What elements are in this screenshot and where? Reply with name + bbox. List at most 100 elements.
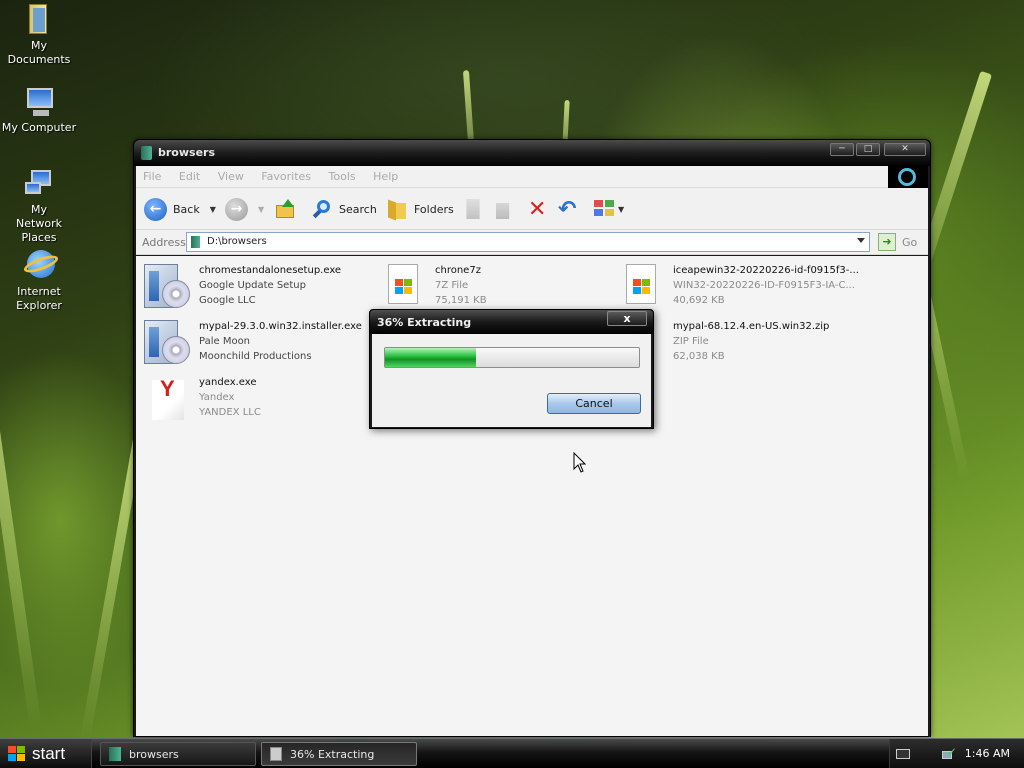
menu-tools[interactable]: Tools xyxy=(322,166,363,187)
installer-icon xyxy=(144,320,192,366)
maximize-button[interactable]: □ xyxy=(856,143,880,156)
extracting-dialog: 36% Extracting x Cancel xyxy=(369,309,654,429)
yandex-icon: Y xyxy=(144,376,192,422)
folders-button[interactable]: Folders xyxy=(386,197,454,221)
chevron-down-icon[interactable]: ▼ xyxy=(258,205,264,214)
file-description: Google Update Setup xyxy=(199,280,306,291)
desktop-icon-label: My Documents xyxy=(7,39,71,66)
menu-favorites[interactable]: Favorites xyxy=(254,166,318,187)
menu-edit[interactable]: Edit xyxy=(172,166,207,187)
file-name: chromestandalonesetup.exe xyxy=(199,265,342,276)
dialog-close-button[interactable]: x xyxy=(607,311,647,326)
file-icon xyxy=(618,264,666,310)
taskbar-item-browsers[interactable]: browsers xyxy=(100,742,256,766)
copy-to-button[interactable] xyxy=(496,197,518,221)
window-titlebar[interactable]: browsers ─ □ ✕ xyxy=(134,140,930,166)
file-description: Yandex xyxy=(199,392,235,403)
desktop-icon-label: My Network Places xyxy=(16,203,62,244)
grass-blade xyxy=(0,333,42,731)
minimize-button[interactable]: ─ xyxy=(830,143,854,156)
file-company: YANDEX LLC xyxy=(199,407,261,418)
address-input[interactable]: D:\browsers xyxy=(186,232,870,252)
move-to-button[interactable] xyxy=(462,197,484,221)
file-type: ZIP File xyxy=(673,336,709,347)
extract-icon xyxy=(270,747,282,761)
my-computer-icon xyxy=(21,86,57,118)
window-title: browsers xyxy=(158,146,215,159)
start-button[interactable]: start xyxy=(0,739,92,768)
address-value: D:\browsers xyxy=(207,236,267,247)
my-documents-icon xyxy=(21,4,57,36)
search-button[interactable]: Search xyxy=(311,197,377,221)
folder-icon xyxy=(141,146,152,160)
folders-icon xyxy=(386,199,408,221)
go-label: Go xyxy=(902,235,918,249)
go-button[interactable]: ➜ Go xyxy=(878,233,917,251)
menu-file[interactable]: File xyxy=(136,166,168,187)
taskbar-item-extracting[interactable]: 36% Extracting xyxy=(261,742,417,766)
chevron-down-icon: ▼ xyxy=(618,204,625,214)
mouse-pointer-icon xyxy=(573,452,587,473)
internet-explorer-icon xyxy=(21,250,60,282)
keyboard-icon[interactable] xyxy=(896,749,910,759)
dialog-title: 36% Extracting xyxy=(377,316,472,329)
chevron-down-icon[interactable]: ▼ xyxy=(210,205,216,214)
desktop-icon-my-network-places[interactable]: My Network Places xyxy=(0,168,78,245)
file-item-chromestandalonesetup[interactable]: chromestandalonesetup.exe Google Update … xyxy=(140,260,375,312)
file-type: 7Z File xyxy=(435,280,469,291)
undo-button[interactable]: ↶ xyxy=(558,196,577,222)
file-type: WIN32-20220226-ID-F0915F3-IA-C... xyxy=(673,280,856,291)
file-item-iceape[interactable]: iceapewin32-20220226-id-f0915f3-... WIN3… xyxy=(614,260,859,312)
move-to-icon xyxy=(466,199,480,219)
network-icon[interactable]: ✓ xyxy=(942,745,957,761)
windows-logo-icon xyxy=(888,166,928,188)
views-icon xyxy=(594,200,616,218)
menu-help[interactable]: Help xyxy=(366,166,405,187)
file-company: Google LLC xyxy=(199,295,256,306)
desktop-icon-label: My Computer xyxy=(1,121,77,134)
chevron-down-icon[interactable] xyxy=(857,238,865,243)
desktop-icon-internet-explorer[interactable]: Internet Explorer xyxy=(0,250,78,313)
dialog-titlebar[interactable]: 36% Extracting x xyxy=(370,310,653,334)
system-tray: ✓ 1:46 AM xyxy=(889,739,1024,768)
taskbar: start browsers 36% Extracting ✓ 1:46 AM xyxy=(0,738,1024,768)
views-button[interactable]: ▼ xyxy=(594,197,624,221)
folder-icon xyxy=(109,747,121,761)
file-item-yandex[interactable]: Y yandex.exe Yandex YANDEX LLC xyxy=(140,372,375,424)
close-button[interactable]: ✕ xyxy=(884,143,926,156)
extract-progress-bar xyxy=(384,347,640,368)
forward-arrow-icon: → xyxy=(225,197,248,221)
file-name: mypal-29.3.0.win32.installer.exe xyxy=(199,321,362,332)
explorer-window: browsers ─ □ ✕ File Edit View Favorites … xyxy=(133,139,931,737)
address-label: Address xyxy=(142,236,186,249)
folders-label: Folders xyxy=(414,202,454,216)
clock[interactable]: 1:46 AM xyxy=(965,747,1010,760)
back-button[interactable]: ← Back ▼ xyxy=(144,197,216,221)
file-size: 75,191 KB xyxy=(435,295,487,306)
up-folder-button[interactable] xyxy=(274,197,296,221)
network-places-icon xyxy=(21,168,57,200)
file-name: chrone7z xyxy=(435,265,481,276)
file-item-mypal-installer[interactable]: mypal-29.3.0.win32.installer.exe Pale Mo… xyxy=(140,316,375,368)
undo-icon: ↶ xyxy=(558,196,577,222)
dialog-body: Cancel xyxy=(372,334,651,427)
folder-icon xyxy=(191,236,200,248)
start-label: start xyxy=(32,744,66,763)
file-name: mypal-68.12.4.en-US.win32.zip xyxy=(673,321,830,332)
menu-view[interactable]: View xyxy=(211,166,251,187)
copy-to-icon xyxy=(496,203,510,219)
cancel-button[interactable]: Cancel xyxy=(547,393,641,414)
delete-icon: ✕ xyxy=(528,196,547,222)
desktop-icon-my-documents[interactable]: My Documents xyxy=(0,4,78,67)
file-item-chrone7z[interactable]: chrone7z 7Z File 75,191 KB xyxy=(376,260,611,312)
back-arrow-icon: ← xyxy=(144,197,167,221)
file-size: 62,038 KB xyxy=(673,351,725,362)
toolbar: ← Back ▼ → ▼ Search Folders ✕ ↶ ▼ xyxy=(136,188,928,230)
forward-button[interactable]: → ▼ xyxy=(225,197,264,221)
delete-button[interactable]: ✕ xyxy=(528,196,547,222)
menu-bar: File Edit View Favorites Tools Help xyxy=(136,166,928,188)
desktop-icon-my-computer[interactable]: My Computer xyxy=(0,86,78,135)
windows-flag-icon xyxy=(8,746,26,762)
file-name: yandex.exe xyxy=(199,377,257,388)
installer-icon xyxy=(144,264,192,310)
